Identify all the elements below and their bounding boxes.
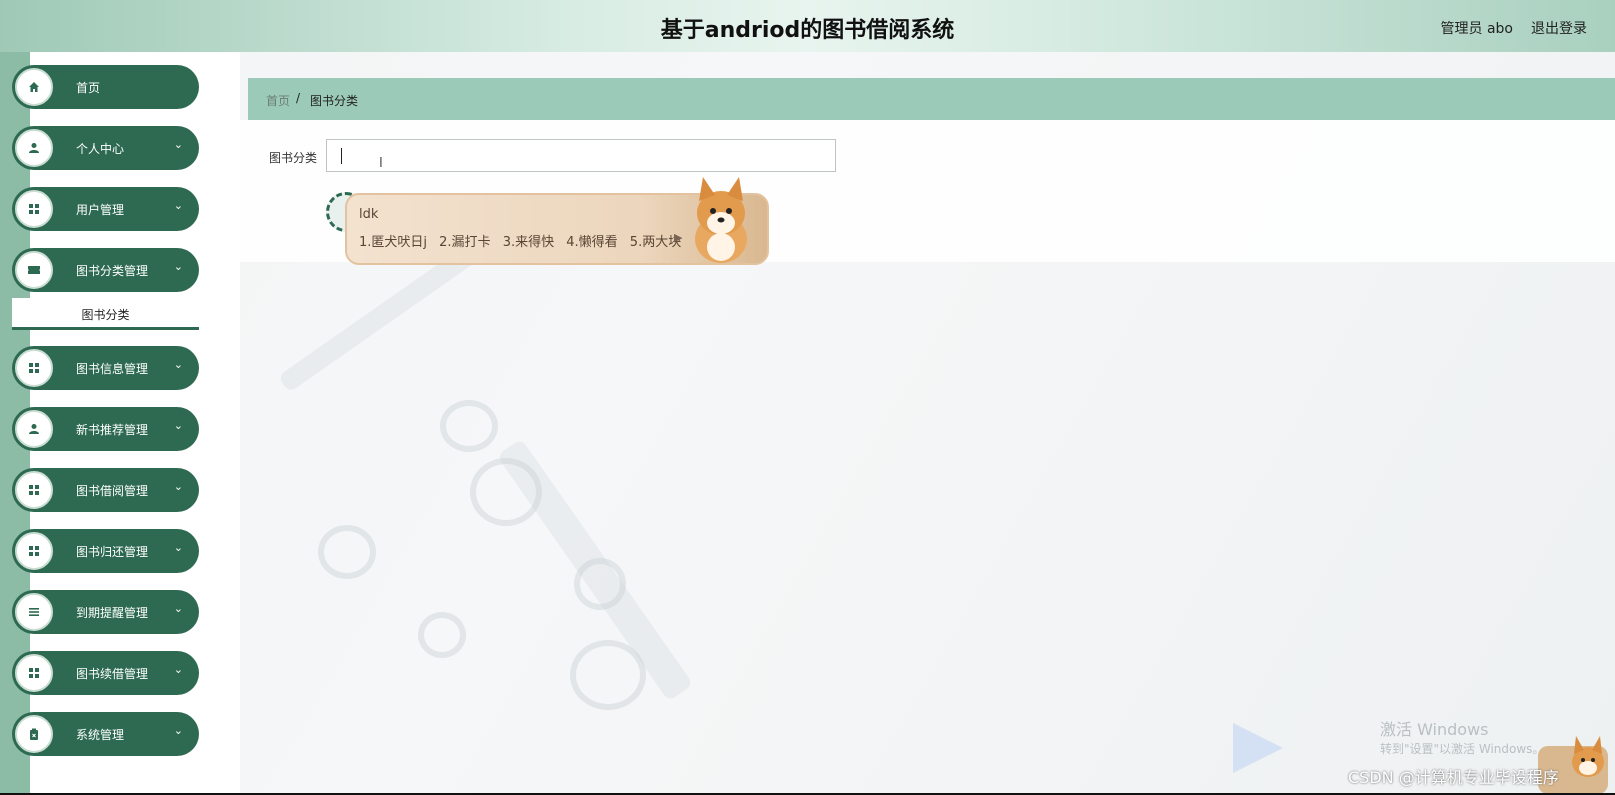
next-page-icon[interactable]: ▶ [674,231,682,244]
ime-candidate[interactable]: 3.来得快 [503,235,554,250]
chevron-down-icon: ⌄ [173,358,183,371]
grid-icon [15,190,53,228]
sidebar-item-label: 到期提醒管理 [76,606,149,620]
sidebar-item-borrow[interactable]: 图书借阅管理 ⌄ [12,468,199,512]
sidebar-item-users[interactable]: 用户管理 ⌄ [12,187,199,231]
ime-candidate-popup: ldk 1.匿犬吠日j 2.漏打卡 3.来得快 4.懒得看 5.两大块 ▶ [345,177,769,265]
sidebar-item-label: 用户管理 [76,203,125,217]
ime-candidate-list: 1.匿犬吠日j 2.漏打卡 3.来得快 4.懒得看 5.两大块 [359,231,689,250]
chevron-down-icon: ⌄ [173,199,183,212]
list-icon [15,593,53,631]
chevron-down-icon: ⌄ [173,663,183,676]
breadcrumb-home[interactable]: 首页 [266,92,290,109]
sidebar-item-due-reminder[interactable]: 到期提醒管理 ⌄ [12,590,199,634]
grid-icon [15,532,53,570]
sidebar-item-category-mgmt[interactable]: 图书分类管理 ⌄ [12,248,199,292]
submenu-item-category[interactable]: 图书分类 [12,298,199,330]
category-field-label: 图书分类 [269,151,318,165]
sidebar-item-renew[interactable]: 图书续借管理 ⌄ [12,651,199,695]
grid-icon [15,349,53,387]
play-logo-icon [1233,723,1283,773]
grid-icon [15,654,53,692]
ime-candidate[interactable]: 1.匿犬吠日j [359,235,427,250]
windows-activation-hint: 转到"设置"以激活 Windows。 [1380,742,1545,756]
clipboard-icon [15,715,53,753]
sidebar-item-label: 首页 [76,81,101,95]
sidebar-item-return[interactable]: 图书归还管理 ⌄ [12,529,199,573]
grid-icon [15,471,53,509]
breadcrumb-separator: / [296,91,301,105]
sidebar-item-book-info[interactable]: 图书信息管理 ⌄ [12,346,199,390]
sidebar-item-personal[interactable]: 个人中心 ⌄ [12,126,199,170]
sidebar-item-label: 图书归还管理 [76,545,149,559]
sidebar-item-label: 个人中心 [76,142,125,156]
sidebar-item-new-books[interactable]: 新书推荐管理 ⌄ [12,407,199,451]
user-icon [15,410,53,448]
sidebar-item-label: 图书借阅管理 [76,484,149,498]
sidebar-item-label: 图书分类管理 [76,264,149,278]
user-icon [15,129,53,167]
ibeam-cursor-icon: I [379,156,383,171]
chevron-down-icon: ⌄ [173,138,183,151]
windows-activation-title: 激活 Windows [1380,720,1489,739]
ime-candidate[interactable]: 2.漏打卡 [439,235,490,250]
chevron-down-icon: ⌄ [173,260,183,273]
chevron-down-icon: ⌄ [173,724,183,737]
submenu-item-label: 图书分类 [81,308,130,322]
sidebar-item-label: 新书推荐管理 [76,423,149,437]
sidebar-item-system[interactable]: 系统管理 ⌄ [12,712,199,756]
ime-candidate[interactable]: 4.懒得看 [566,235,617,250]
sidebar-item-label: 图书信息管理 [76,362,149,376]
csdn-watermark: CSDN @计算机专业毕设程序 [1348,768,1559,787]
chevron-down-icon: ⌄ [173,602,183,615]
chevron-down-icon: ⌄ [173,541,183,554]
sidebar-item-label: 系统管理 [76,728,125,742]
sidebar-item-home[interactable]: 首页 [12,65,199,109]
chevron-down-icon: ⌄ [173,419,183,432]
sidebar-item-label: 图书续借管理 [76,667,149,681]
app-title: 基于andriod的图书借阅系统 [660,18,955,43]
shiba-dog-icon [695,177,747,263]
chevron-down-icon: ⌄ [173,480,183,493]
breadcrumb-current: 图书分类 [310,94,359,108]
admin-name: 管理员 abo [1440,21,1513,37]
ime-composition: ldk [359,207,379,222]
home-icon [15,68,53,106]
breadcrumb: 首页 / 图书分类 [248,78,1615,120]
text-caret [341,148,342,164]
ticket-icon [15,251,53,289]
logout-button[interactable]: 退出登录 [1531,18,1587,38]
category-input[interactable] [326,139,836,172]
top-header: 基于andriod的图书借阅系统 管理员 abo 退出登录 [0,0,1615,52]
